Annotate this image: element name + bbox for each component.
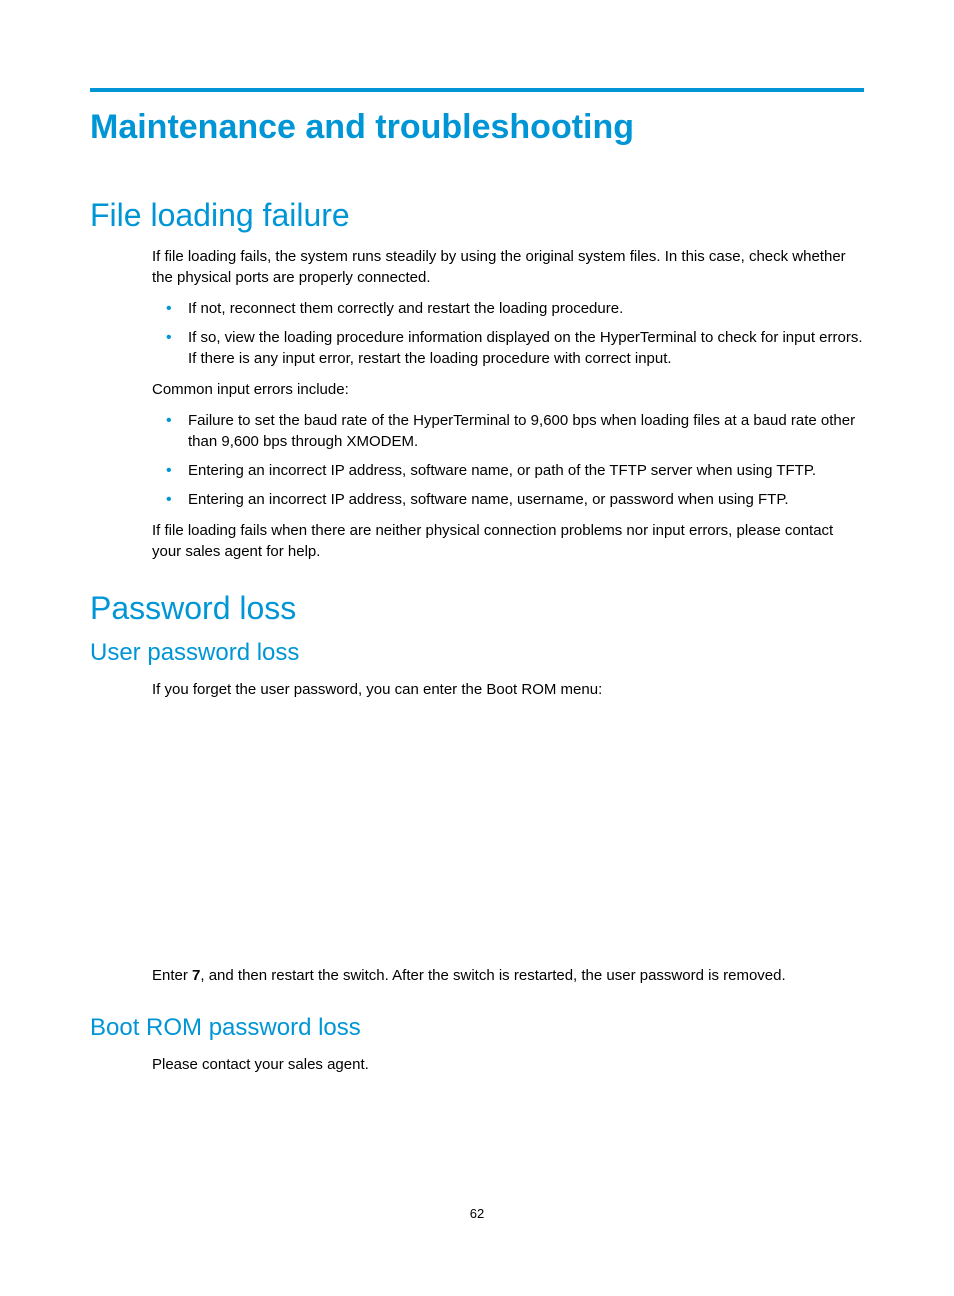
top-rule (90, 88, 864, 92)
text-run: , and then restart the switch. After the… (200, 967, 785, 984)
subsection-heading-user-password: User password loss (90, 639, 864, 667)
page-title: Maintenance and troubleshooting (90, 108, 864, 147)
paragraph: Enter 7, and then restart the switch. Af… (152, 965, 864, 986)
list-item: Failure to set the baud rate of the Hype… (180, 410, 864, 452)
paragraph: If file loading fails when there are nei… (152, 520, 864, 562)
paragraph: Please contact your sales agent. (152, 1054, 864, 1075)
list-item: If so, view the loading procedure inform… (180, 327, 864, 369)
bullet-list: If not, reconnect them correctly and res… (152, 298, 864, 369)
section-body: If you forget the user password, you can… (152, 679, 864, 986)
section-body: Please contact your sales agent. (152, 1054, 864, 1075)
page-number: 62 (0, 1206, 954, 1221)
section-body: If file loading fails, the system runs s… (152, 246, 864, 562)
paragraph: If file loading fails, the system runs s… (152, 246, 864, 288)
section-heading-file-loading: File loading failure (90, 197, 864, 234)
section-heading-password-loss: Password loss (90, 590, 864, 627)
paragraph: Common input errors include: (152, 379, 864, 400)
document-page: Maintenance and troubleshooting File loa… (0, 0, 954, 1075)
list-item: Entering an incorrect IP address, softwa… (180, 489, 864, 510)
paragraph: If you forget the user password, you can… (152, 679, 864, 700)
list-item: Entering an incorrect IP address, softwa… (180, 460, 864, 481)
bullet-list: Failure to set the baud rate of the Hype… (152, 410, 864, 510)
subsection-heading-boot-rom: Boot ROM password loss (90, 1014, 864, 1042)
list-item: If not, reconnect them correctly and res… (180, 298, 864, 319)
text-run: Enter (152, 967, 192, 984)
figure-placeholder (152, 710, 864, 965)
